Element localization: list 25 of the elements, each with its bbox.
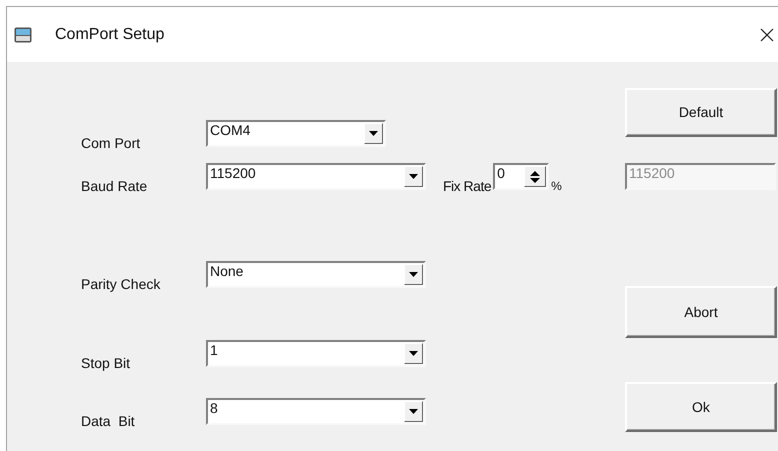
dropdown[interactable]: 1 — [206, 340, 426, 367]
caret-icon[interactable] — [404, 166, 423, 187]
window-title: ComPort Setup — [55, 24, 164, 44]
field-label: Com Port — [81, 136, 142, 150]
dialog-button[interactable]: Abort — [625, 286, 777, 338]
field-label: Stop Bit — [81, 356, 132, 370]
app-icon — [14, 26, 32, 42]
field-label: Data Bit — [81, 414, 136, 428]
field-label: Parity Check — [81, 277, 162, 291]
dropdown[interactable]: 115200 — [206, 163, 426, 190]
caret-icon[interactable] — [404, 343, 423, 364]
dropdown[interactable]: None — [206, 261, 426, 288]
caret-icon[interactable] — [404, 264, 423, 285]
fix-rate-label: Fix Rate — [443, 179, 492, 193]
spin-arrows-icon[interactable] — [524, 166, 546, 187]
close-icon[interactable] — [760, 28, 774, 42]
caret-icon[interactable] — [364, 123, 383, 144]
dialog-button[interactable]: Default — [625, 88, 777, 137]
field-label: Baud Rate — [81, 179, 148, 193]
dropdown[interactable]: COM4 — [206, 120, 386, 147]
dialog-button[interactable]: Ok — [625, 382, 777, 432]
spin-box[interactable]: 0 — [493, 163, 550, 190]
dropdown[interactable]: 8 — [206, 398, 426, 425]
caret-icon[interactable] — [404, 401, 423, 422]
unit-label: % — [551, 180, 562, 192]
